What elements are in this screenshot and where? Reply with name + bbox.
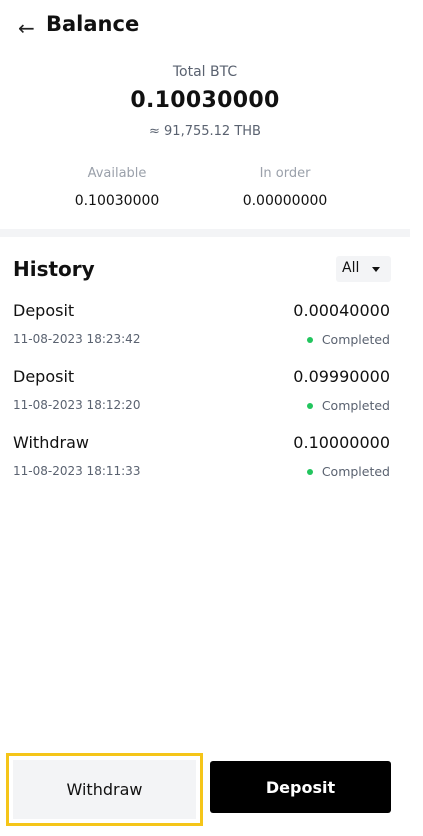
transaction-type: Withdraw — [13, 433, 89, 452]
transaction-amount: 0.09990000 — [293, 367, 390, 386]
total-fiat-value: ≈ 91,755.12 THB — [149, 124, 261, 139]
transaction-status: Completed — [306, 398, 390, 413]
status-label: Completed — [321, 398, 390, 413]
transaction-amount: 0.10000000 — [293, 433, 390, 452]
transaction-datetime: 11-08-2023 18:23:42 — [13, 332, 141, 346]
transaction-status: Completed — [306, 332, 390, 347]
history-row[interactable]: Deposit 11-08-2023 18:23:42 0.00040000 C… — [0, 297, 410, 363]
transaction-type: Deposit — [13, 367, 75, 386]
status-dot-icon — [306, 402, 313, 409]
transaction-status: Completed — [306, 464, 390, 479]
in-order-value: 0.00000000 — [242, 193, 328, 209]
in-order-stat: In order 0.00000000 — [210, 166, 360, 209]
status-label: Completed — [321, 332, 390, 347]
in-order-label: In order — [259, 166, 311, 181]
transaction-datetime: 11-08-2023 18:11:33 — [13, 464, 141, 478]
transaction-amount: 0.00040000 — [293, 301, 390, 320]
caret-down-icon — [372, 267, 380, 272]
filter-selected-label: All — [342, 260, 360, 276]
status-dot-icon — [306, 336, 313, 343]
total-label: Total BTC — [172, 64, 238, 80]
available-stat: Available 0.10030000 — [42, 166, 192, 209]
status-dot-icon — [306, 468, 313, 475]
history-list: Deposit 11-08-2023 18:23:42 0.00040000 C… — [0, 297, 410, 495]
app-header: ← Balance — [0, 0, 423, 56]
transaction-type: Deposit — [13, 301, 75, 320]
page-title: Balance — [46, 12, 140, 36]
withdraw-highlight: Withdraw — [6, 753, 203, 826]
total-value: 0.10030000 — [130, 88, 280, 113]
section-divider — [0, 229, 410, 237]
deposit-button[interactable]: Deposit — [210, 761, 391, 813]
history-title: History — [13, 257, 95, 281]
history-row[interactable]: Deposit 11-08-2023 18:12:20 0.09990000 C… — [0, 363, 410, 429]
withdraw-button[interactable]: Withdraw — [13, 760, 196, 819]
transaction-datetime: 11-08-2023 18:12:20 — [13, 398, 141, 412]
available-value: 0.10030000 — [74, 193, 160, 209]
arrow-left-icon[interactable]: ← — [18, 14, 40, 42]
balance-summary: Total BTC 0.10030000 ≈ 91,755.12 THB Ava… — [0, 56, 410, 228]
status-label: Completed — [321, 464, 390, 479]
history-filter-dropdown[interactable]: All — [336, 256, 391, 282]
history-row[interactable]: Withdraw 11-08-2023 18:11:33 0.10000000 … — [0, 429, 410, 495]
available-label: Available — [87, 166, 147, 181]
